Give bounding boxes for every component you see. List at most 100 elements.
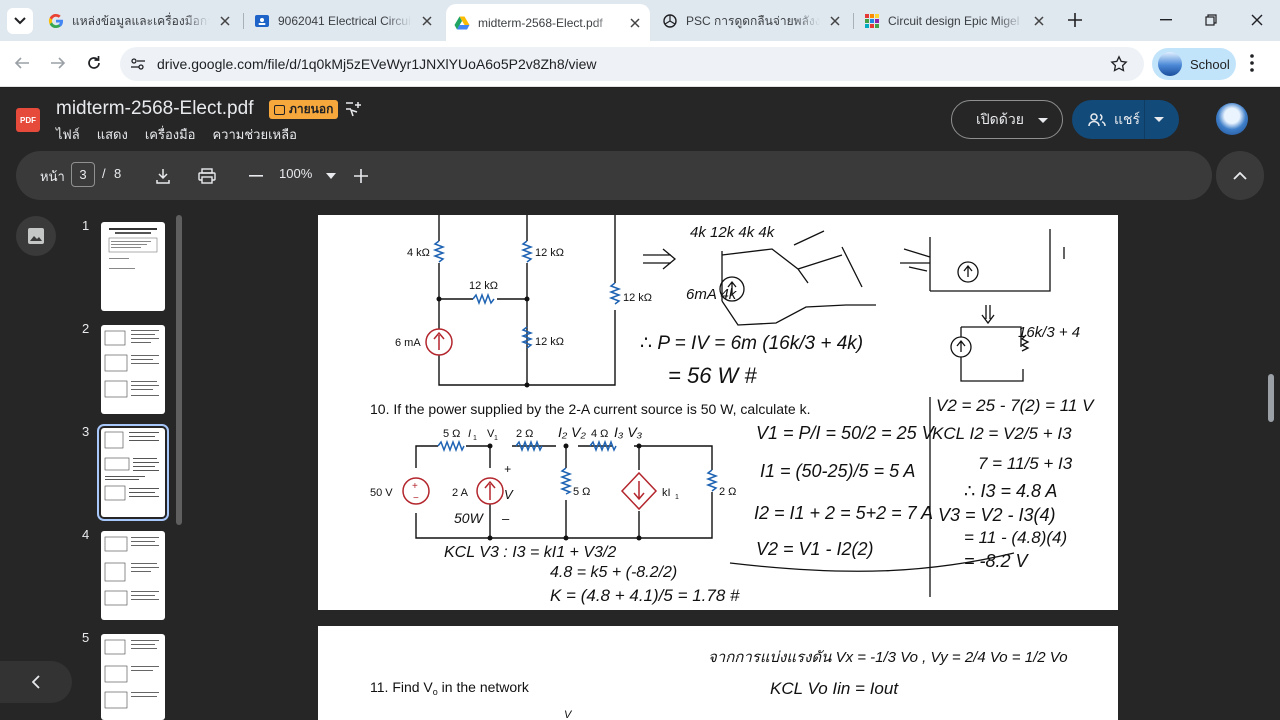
- new-tab-icon[interactable]: [1066, 11, 1084, 29]
- menu-file[interactable]: ไฟล์: [56, 124, 80, 145]
- tab-title: midterm-2568-Elect.pdf: [478, 15, 603, 30]
- address-bar-row: drive.google.com/file/d/1q0kMj5zEVeWyr1J…: [0, 41, 1280, 87]
- thumbnail-page[interactable]: [101, 222, 165, 311]
- back-icon[interactable]: [11, 52, 33, 74]
- svg-text:−: −: [413, 493, 419, 504]
- account-avatar[interactable]: [1216, 103, 1248, 135]
- svg-text:50 V: 50 V: [370, 487, 393, 499]
- close-tab-icon[interactable]: [216, 12, 234, 30]
- tab-google[interactable]: แหล่งข้อมูลและเครื่องมือการศึ: [40, 8, 240, 34]
- tab-classroom[interactable]: 9062041 Electrical Circuit: [246, 8, 442, 34]
- thumbnail-page-selected[interactable]: [97, 424, 169, 521]
- thumbnail-number: 2: [82, 321, 90, 336]
- tinkercad-icon: [865, 14, 879, 28]
- close-tab-icon[interactable]: [826, 12, 844, 30]
- svg-text:2 Ω: 2 Ω: [516, 428, 533, 440]
- label: 4 kΩ: [407, 247, 430, 259]
- google-g-icon: [48, 13, 63, 29]
- svg-text:2 A: 2 A: [452, 487, 469, 499]
- reload-icon[interactable]: [83, 52, 105, 74]
- tab-title: Circuit design Epic Migel: [888, 14, 1020, 28]
- svg-text:+: +: [412, 481, 418, 492]
- svg-text:V2 = 25 - 7(2) = 11 V: V2 = 25 - 7(2) = 11 V: [936, 396, 1095, 415]
- tab-title: 9062041 Electrical Circuit: [278, 14, 412, 28]
- download-icon[interactable]: [152, 165, 174, 187]
- close-tab-icon[interactable]: [626, 14, 644, 32]
- svg-text:∴ I3 = 4.8 A: ∴ I3 = 4.8 A: [964, 481, 1057, 501]
- share-menu-caret-icon[interactable]: [1154, 117, 1164, 122]
- handwritten-text: 6mA 4k: [686, 286, 738, 303]
- tab-title: แหล่งข้อมูลและเครื่องมือการศึ: [72, 13, 210, 28]
- chevron-up-icon: [1233, 171, 1247, 180]
- menu-view[interactable]: แสดง: [97, 124, 128, 145]
- thumbnail-page[interactable]: [101, 531, 165, 620]
- handwritten-text: 50W: [454, 510, 485, 526]
- page-number-input[interactable]: 3: [71, 162, 95, 187]
- zoom-out-icon[interactable]: [245, 165, 267, 187]
- menu-help[interactable]: ความช่วยเหลือ: [212, 124, 296, 145]
- share-button[interactable]: แชร์: [1072, 100, 1179, 139]
- svg-text:5 Ω: 5 Ω: [573, 486, 590, 498]
- tab-chatgpt[interactable]: PSC การดูดกลืนจ่ายพลังงาน: [654, 8, 850, 34]
- page-scrollbar[interactable]: [1268, 374, 1274, 422]
- pdf-page: 4 kΩ 12 kΩ 12 kΩ 12 kΩ 12 kΩ 6 mA 4k 12k…: [318, 215, 1118, 610]
- zoom-level[interactable]: 100%: [279, 166, 312, 181]
- restore-icon[interactable]: [1201, 10, 1221, 30]
- close-tab-icon[interactable]: [418, 12, 436, 30]
- thumbnail-page[interactable]: [101, 634, 165, 720]
- label: 12 kΩ: [535, 336, 564, 348]
- tab-title: PSC การดูดกลืนจ่ายพลังงาน: [686, 13, 820, 28]
- people-icon: [1088, 112, 1106, 126]
- handwritten-sketch: [643, 229, 1065, 382]
- caret-down-icon: [1038, 118, 1048, 123]
- handwritten-result: = 56 W #: [668, 363, 757, 388]
- external-icon: [274, 104, 285, 115]
- avatar: [1158, 52, 1182, 76]
- svg-text:–: –: [501, 511, 510, 526]
- site-settings-icon[interactable]: [130, 56, 146, 72]
- image-icon: [28, 228, 44, 244]
- forward-icon[interactable]: [47, 52, 69, 74]
- toggle-sidebar-button[interactable]: [0, 661, 72, 703]
- handwritten-v1: V1 = P/I = 50/2 = 25 V: [756, 423, 936, 443]
- svg-text:2 Ω: 2 Ω: [719, 486, 736, 498]
- handwritten-labels: 4k 12k 4k 4k: [690, 224, 776, 241]
- label: 12 kΩ: [535, 247, 564, 259]
- tab-tinkercad[interactable]: Circuit design Epic Migel: [856, 8, 1054, 34]
- add-shortcut-icon[interactable]: [343, 99, 363, 119]
- page-content: 4 kΩ 12 kΩ 12 kΩ 12 kΩ 12 kΩ 6 mA 4k 12k…: [370, 215, 1095, 605]
- omnibox[interactable]: drive.google.com/file/d/1q0kMj5zEVeWyr1J…: [120, 47, 1144, 81]
- print-icon[interactable]: [196, 165, 218, 187]
- tab-search-button[interactable]: [7, 8, 33, 34]
- collapse-header-button[interactable]: [1216, 151, 1264, 200]
- thumbnail-scrollbar[interactable]: [176, 215, 182, 525]
- classroom-icon: [255, 15, 269, 27]
- thumbnail-page[interactable]: [101, 325, 165, 414]
- more-options-icon[interactable]: [1249, 53, 1255, 73]
- handwritten-text: จากการแบ่งแรงดัน Vx = -1/3 Vo , Vy = 2/4…: [708, 649, 1068, 666]
- thumbnail-number: 1: [82, 218, 90, 233]
- handwritten-i2: I2 = I1 + 2 = 5+2 = 7 A: [754, 503, 933, 523]
- handwritten-kcl: KCL V3 : I3 = kI1 + V3/2: [444, 544, 616, 561]
- chatgpt-icon: [663, 14, 677, 28]
- thumbnail-number: 4: [82, 527, 90, 542]
- svg-text:V: V: [504, 487, 514, 502]
- profile-chip[interactable]: School: [1152, 48, 1236, 80]
- open-with-button[interactable]: เปิดด้วย: [951, 100, 1063, 139]
- label: 12 kΩ: [623, 292, 652, 304]
- pdf-toolbar: หน้า 3 / 8 100%: [16, 151, 1212, 200]
- page-content: จากการแบ่งแรงดัน Vx = -1/3 Vo , Vy = 2/4…: [370, 649, 1068, 720]
- close-tab-icon[interactable]: [1030, 12, 1048, 30]
- zoom-in-icon[interactable]: [350, 165, 372, 187]
- close-window-icon[interactable]: [1247, 10, 1267, 30]
- external-badge: ภายนอก: [269, 100, 339, 119]
- thumbnail-view-button[interactable]: [16, 216, 56, 256]
- zoom-caret-icon[interactable]: [326, 173, 336, 179]
- bookmark-star-icon[interactable]: [1110, 55, 1128, 73]
- minimize-icon[interactable]: [1156, 10, 1176, 30]
- tab-drive-pdf[interactable]: midterm-2568-Elect.pdf: [446, 4, 650, 41]
- chevron-down-icon: [14, 17, 26, 25]
- menu-tools[interactable]: เครื่องมือ: [145, 124, 196, 145]
- handwritten-power: ∴ P = IV = 6m (16k/3 + 4k): [640, 333, 863, 354]
- browser-window: แหล่งข้อมูลและเครื่องมือการศึ 9062041 El…: [0, 0, 1280, 720]
